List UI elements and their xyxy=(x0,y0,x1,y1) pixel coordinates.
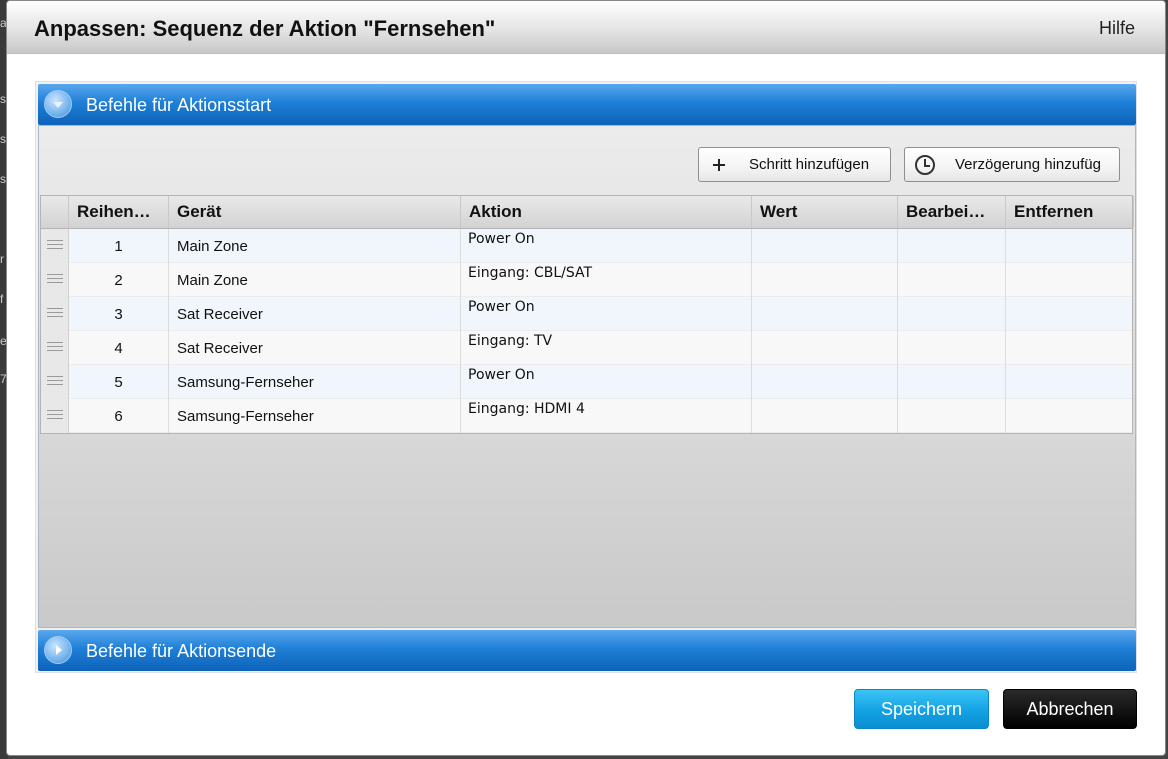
dialog-content: Befehle für Aktionsstart Schritt hinzufü… xyxy=(35,81,1137,673)
collapse-icon xyxy=(44,90,72,118)
dialog-title: Anpassen: Sequenz der Aktion "Fernsehen" xyxy=(34,16,496,41)
drag-handle[interactable] xyxy=(41,229,69,263)
edit-cell[interactable] xyxy=(898,229,1006,263)
table-row[interactable]: 2 Main Zone Eingang: CBL/SAT xyxy=(41,263,1134,297)
accordion-header-action-end[interactable]: Befehle für Aktionsende xyxy=(38,630,1136,671)
column-header-order[interactable]: Reihen… xyxy=(69,196,169,228)
drag-handle-icon[interactable] xyxy=(47,308,63,320)
drag-handle[interactable] xyxy=(41,365,69,399)
table-row[interactable]: 4 Sat Receiver Eingang: TV xyxy=(41,331,1134,365)
remove-cell[interactable] xyxy=(1006,297,1134,331)
device-cell: Sat Receiver xyxy=(169,331,461,365)
accordion-label-action-start: Befehle für Aktionsstart xyxy=(86,95,272,115)
action-cell: Eingang: TV xyxy=(461,331,752,365)
device-cell: Samsung-Fernseher xyxy=(169,365,461,399)
column-header-value[interactable]: Wert xyxy=(752,196,898,228)
action-cell: Eingang: CBL/SAT xyxy=(461,263,752,297)
order-cell: 2 xyxy=(69,263,169,297)
remove-cell[interactable] xyxy=(1006,263,1134,297)
action-cell: Power On xyxy=(461,297,752,331)
table-row[interactable]: 3 Sat Receiver Power On xyxy=(41,297,1134,331)
order-cell: 1 xyxy=(69,229,169,263)
value-cell xyxy=(752,263,898,297)
table-row[interactable]: 6 Samsung-Fernseher Eingang: HDMI 4 xyxy=(41,399,1134,433)
device-cell: Samsung-Fernseher xyxy=(169,399,461,433)
action-cell: Power On xyxy=(461,229,752,263)
order-cell: 6 xyxy=(69,399,169,433)
add-step-button[interactable]: Schritt hinzufügen xyxy=(698,147,891,182)
value-cell xyxy=(752,229,898,263)
table-row[interactable]: 5 Samsung-Fernseher Power On xyxy=(41,365,1134,399)
device-cell: Sat Receiver xyxy=(169,297,461,331)
drag-handle-icon[interactable] xyxy=(47,410,63,422)
edit-cell[interactable] xyxy=(898,365,1006,399)
accordion-label-action-end: Befehle für Aktionsende xyxy=(86,641,277,661)
expand-icon xyxy=(44,636,72,664)
customize-sequence-dialog: Anpassen: Sequenz der Aktion "Fernsehen"… xyxy=(6,0,1166,756)
table-row[interactable]: 1 Main Zone Power On xyxy=(41,229,1134,263)
dialog-titlebar: Anpassen: Sequenz der Aktion "Fernsehen"… xyxy=(7,1,1165,54)
value-cell xyxy=(752,365,898,399)
action-start-panel: Schritt hinzufügen Verzögerung hinzufüg … xyxy=(38,125,1136,628)
column-header-device[interactable]: Gerät xyxy=(169,196,461,228)
drag-handle[interactable] xyxy=(41,331,69,365)
value-cell xyxy=(752,399,898,433)
column-header-edit[interactable]: Bearbei… xyxy=(898,196,1006,228)
drag-handle-icon[interactable] xyxy=(47,376,63,388)
edit-cell[interactable] xyxy=(898,331,1006,365)
accordion-header-action-start[interactable]: Befehle für Aktionsstart xyxy=(38,84,1136,125)
order-cell: 5 xyxy=(69,365,169,399)
remove-cell[interactable] xyxy=(1006,229,1134,263)
help-link[interactable]: Hilfe xyxy=(1099,18,1135,39)
device-cell: Main Zone xyxy=(169,263,461,297)
value-cell xyxy=(752,331,898,365)
cancel-button[interactable]: Abbrechen xyxy=(1003,689,1137,729)
clock-icon xyxy=(915,155,935,175)
remove-cell[interactable] xyxy=(1006,331,1134,365)
edit-cell[interactable] xyxy=(898,263,1006,297)
sequence-table: Reihen… Gerät Aktion Wert Bearbei… Entfe… xyxy=(40,195,1134,434)
action-cell: Eingang: HDMI 4 xyxy=(461,399,752,433)
column-header-handle xyxy=(41,196,69,228)
remove-cell[interactable] xyxy=(1006,399,1134,433)
edit-cell[interactable] xyxy=(898,399,1006,433)
column-header-remove[interactable]: Entfernen xyxy=(1006,196,1134,228)
edit-cell[interactable] xyxy=(898,297,1006,331)
remove-cell[interactable] xyxy=(1006,365,1134,399)
save-button[interactable]: Speichern xyxy=(854,689,989,729)
order-cell: 4 xyxy=(69,331,169,365)
drag-handle[interactable] xyxy=(41,263,69,297)
add-delay-button[interactable]: Verzögerung hinzufüg xyxy=(904,147,1120,182)
drag-handle-icon[interactable] xyxy=(47,342,63,354)
table-header: Reihen… Gerät Aktion Wert Bearbei… Entfe… xyxy=(41,196,1134,229)
drag-handle-icon[interactable] xyxy=(47,274,63,286)
order-cell: 3 xyxy=(69,297,169,331)
add-step-label: Schritt hinzufügen xyxy=(749,156,870,173)
drag-handle[interactable] xyxy=(41,399,69,433)
device-cell: Main Zone xyxy=(169,229,461,263)
drag-handle-icon[interactable] xyxy=(47,240,63,252)
value-cell xyxy=(752,297,898,331)
plus-icon xyxy=(711,157,727,173)
drag-handle[interactable] xyxy=(41,297,69,331)
action-cell: Power On xyxy=(461,365,752,399)
column-header-action[interactable]: Aktion xyxy=(461,196,752,228)
add-delay-label: Verzögerung hinzufüg xyxy=(955,156,1101,173)
